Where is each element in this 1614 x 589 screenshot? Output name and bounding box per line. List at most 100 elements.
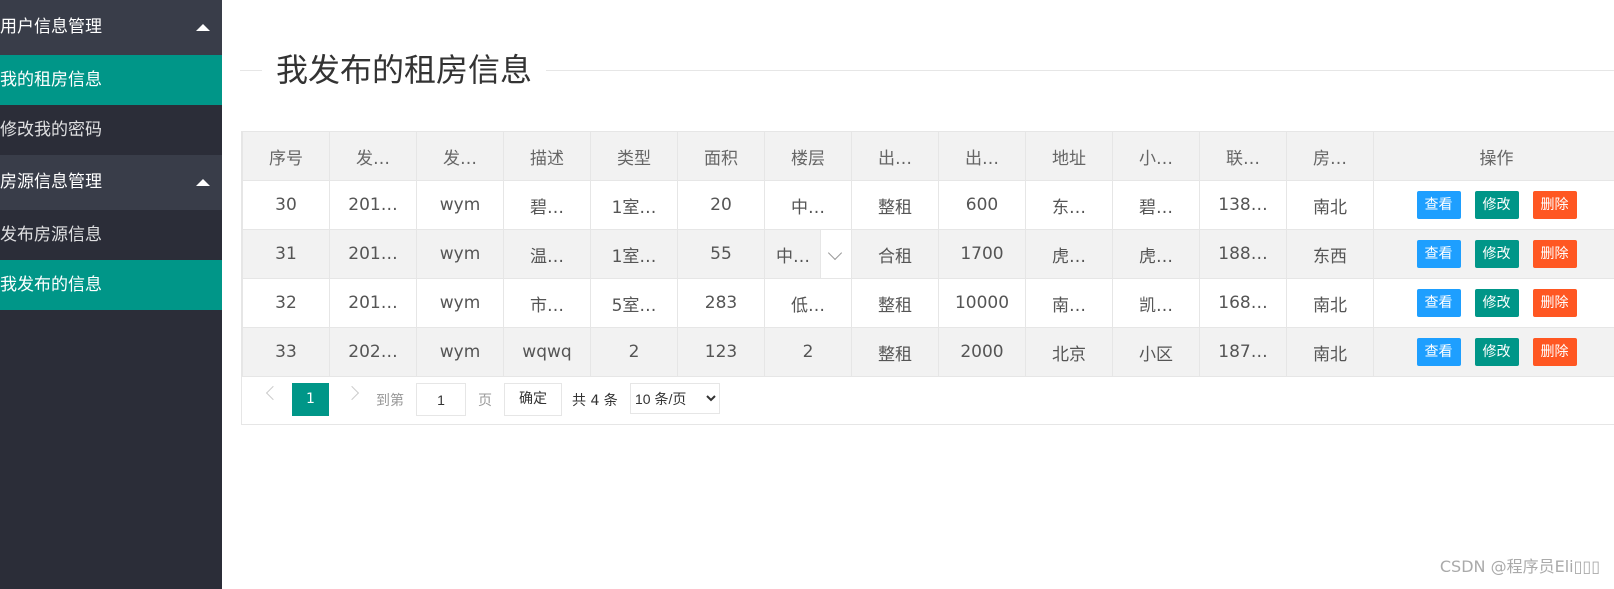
table-cell: 201…	[329, 180, 417, 230]
table-cell: 南北	[1286, 278, 1374, 328]
column-header[interactable]: 联…	[1199, 131, 1287, 181]
table-cell: 10000	[938, 278, 1026, 328]
column-header[interactable]: 操作	[1373, 131, 1614, 181]
caret-up-icon	[196, 24, 210, 31]
table-cell: 虎…	[1112, 229, 1200, 279]
table-cell: 温…	[503, 229, 591, 279]
table-cell: 188…	[1199, 229, 1287, 279]
column-header[interactable]: 发…	[416, 131, 504, 181]
sidebar-item-publish-house[interactable]: 发布房源信息	[0, 210, 222, 260]
cell-expand-button[interactable]	[820, 230, 851, 278]
table-cell: 凯…	[1112, 278, 1200, 328]
chevron-right-icon[interactable]	[344, 385, 360, 401]
sidebar-item-label: 修改我的密码	[0, 120, 102, 140]
table-cell: 北京	[1025, 327, 1113, 377]
sidebar-group-label: 房源信息管理	[0, 172, 102, 192]
column-header[interactable]: 地址	[1025, 131, 1113, 181]
sidebar: 用户信息管理 我的租房信息 修改我的密码 房源信息管理 发布房源信息 我发布的信…	[0, 0, 222, 589]
table-cell: 南北	[1286, 180, 1374, 230]
table-cell: wym	[416, 229, 504, 279]
table-row[interactable]: 31 201… wym 温… 1室… 55 中… 合租 1700 虎… 虎… 188… 东西 查看 修改 删除	[242, 229, 1614, 279]
data-table: 序号 发… 发… 描述 类型 面积 楼层 出… 出… 地址 小… 联… 房… 操作 30 201… wym 碧……	[242, 131, 1614, 377]
table-cell: wym	[416, 327, 504, 377]
table-cell: 整租	[851, 180, 939, 230]
table-cell: 201…	[329, 278, 417, 328]
chevron-left-icon[interactable]	[265, 385, 281, 401]
column-header[interactable]: 描述	[503, 131, 591, 181]
column-header[interactable]: 出…	[851, 131, 939, 181]
data-table-wrapper: 序号 发… 发… 描述 类型 面积 楼层 出… 出… 地址 小… 联… 房… 操作 30 201… wym 碧……	[241, 131, 1614, 377]
delete-button[interactable]: 删除	[1532, 240, 1577, 268]
pagination: 1 到第 页 确定 共 4 条 10 条/页	[241, 374, 1614, 425]
table-cell: 碧…	[503, 180, 591, 230]
table-cell: 123	[677, 327, 765, 377]
table-cell: 东西	[1286, 229, 1374, 279]
table-cell: 2	[590, 327, 678, 377]
delete-button[interactable]: 删除	[1532, 338, 1577, 366]
page-title-row: 我发布的租房信息	[240, 40, 1614, 100]
sidebar-item-label: 发布房源信息	[0, 225, 102, 245]
sidebar-group-user-info[interactable]: 用户信息管理	[0, 0, 222, 55]
table-row[interactable]: 33 202… wym wqwq 2 123 2 整租 2000 北京 小区 187… 南北 查看 修改 删除	[242, 327, 1614, 377]
column-header[interactable]: 房…	[1286, 131, 1374, 181]
sidebar-group-label: 用户信息管理	[0, 17, 102, 37]
page-size-select[interactable]: 10 条/页	[630, 383, 720, 414]
table-cell: wqwq	[503, 327, 591, 377]
main-content: 我发布的租房信息 序号 发… 发… 描述 类型 面积 楼层 出… 出… 地址 小… 联… 房… 操作 30…	[222, 0, 1614, 589]
table-cell: 市…	[503, 278, 591, 328]
goto-page-input[interactable]	[416, 383, 466, 416]
sidebar-item-change-password[interactable]: 修改我的密码	[0, 105, 222, 155]
delete-button[interactable]: 删除	[1532, 289, 1577, 317]
table-cell: 201…	[329, 229, 417, 279]
table-cell: 2	[764, 327, 852, 377]
table-row[interactable]: 32 201… wym 市… 5室… 283 低… 整租 10000 南… 凯… 168… 南北 查看 修改…	[242, 278, 1614, 328]
column-header[interactable]: 小…	[1112, 131, 1200, 181]
table-cell: 187…	[1199, 327, 1287, 377]
edit-button[interactable]: 修改	[1474, 240, 1519, 268]
table-cell: 32	[242, 278, 330, 328]
delete-button[interactable]: 删除	[1532, 191, 1577, 219]
page-title: 我发布的租房信息	[262, 48, 547, 92]
column-header[interactable]: 出…	[938, 131, 1026, 181]
table-cell: 168…	[1199, 278, 1287, 328]
sidebar-item-my-rentals[interactable]: 我的租房信息	[0, 55, 222, 105]
page-unit-label: 页	[478, 393, 492, 409]
table-cell: 1700	[938, 229, 1026, 279]
table-cell: 虎…	[1025, 229, 1113, 279]
sidebar-group-house-info[interactable]: 房源信息管理	[0, 155, 222, 210]
table-cell: 碧…	[1112, 180, 1200, 230]
actions-cell: 查看 修改 删除	[1373, 229, 1614, 279]
page-number-current[interactable]: 1	[292, 383, 329, 416]
watermark: CSDN @程序员Eli▯▯▯	[1439, 557, 1600, 576]
table-cell: 东…	[1025, 180, 1113, 230]
table-cell: 南…	[1025, 278, 1113, 328]
view-button[interactable]: 查看	[1416, 338, 1461, 366]
edit-button[interactable]: 修改	[1474, 191, 1519, 219]
table-cell: 中…	[764, 229, 852, 279]
table-cell: 20	[677, 180, 765, 230]
table-row[interactable]: 30 201… wym 碧… 1室… 20 中… 整租 600 东… 碧… 138… 南北 查看 修改 删除	[242, 180, 1614, 230]
sidebar-item-my-published[interactable]: 我发布的信息	[0, 260, 222, 310]
table-cell: 55	[677, 229, 765, 279]
total-count: 共 4 条	[572, 393, 618, 409]
confirm-button[interactable]: 确定	[504, 383, 562, 416]
view-button[interactable]: 查看	[1416, 240, 1461, 268]
view-button[interactable]: 查看	[1416, 289, 1461, 317]
table-cell: 1室…	[590, 180, 678, 230]
edit-button[interactable]: 修改	[1474, 338, 1519, 366]
table-cell: 600	[938, 180, 1026, 230]
edit-button[interactable]: 修改	[1474, 289, 1519, 317]
column-header[interactable]: 序号	[242, 131, 330, 181]
view-button[interactable]: 查看	[1416, 191, 1461, 219]
column-header[interactable]: 面积	[677, 131, 765, 181]
table-cell: 31	[242, 229, 330, 279]
table-cell: wym	[416, 278, 504, 328]
table-cell: 5室…	[590, 278, 678, 328]
column-header[interactable]: 类型	[590, 131, 678, 181]
table-cell: 整租	[851, 327, 939, 377]
table-cell: 1室…	[590, 229, 678, 279]
goto-label: 到第	[376, 393, 404, 409]
column-header[interactable]: 发…	[329, 131, 417, 181]
table-cell: 2000	[938, 327, 1026, 377]
column-header[interactable]: 楼层	[764, 131, 852, 181]
